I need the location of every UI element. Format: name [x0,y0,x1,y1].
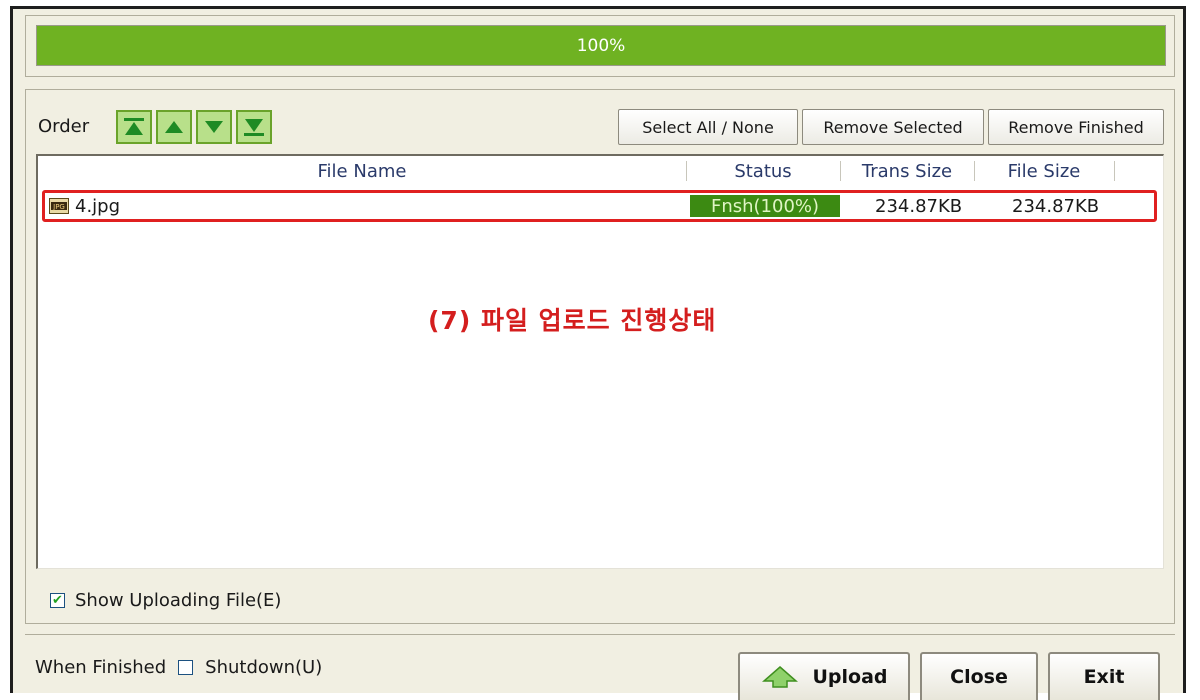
trans-size-cell: 234.87KB [875,195,963,217]
file-name-cell: JPG 4.jpg [49,193,120,219]
order-label: Order [38,116,90,137]
move-down-button[interactable] [196,110,232,144]
select-all-none-button[interactable]: Select All / None [618,109,798,145]
show-uploading-label: Show Uploading File(E) [75,590,282,611]
move-bottom-button[interactable] [236,110,272,144]
svg-text:JPG: JPG [52,203,65,211]
divider [25,634,1175,635]
annotation-upload-status: (7) 파일 업로드 진행상태 [428,306,717,335]
file-name-text: 4.jpg [75,195,121,217]
column-divider [1114,161,1115,181]
file-size-cell: 234.87KB [1012,195,1100,217]
table-header: File Name Status Trans Size File Size [38,156,1163,186]
column-header-file-size[interactable]: File Size [974,156,1114,186]
progress-text: 100% [576,35,626,56]
file-list-panel: Order Select All / None Remove Selected [25,89,1175,624]
move-up-button[interactable] [156,110,192,144]
when-finished-label: When Finished [35,657,167,678]
move-top-button[interactable] [116,110,152,144]
upload-label: Upload [812,666,888,688]
column-header-file-name[interactable]: File Name [38,156,686,186]
remove-finished-button[interactable]: Remove Finished [988,109,1164,145]
upload-arrow-icon [762,666,799,688]
shutdown-label: Shutdown(U) [205,657,323,678]
status-cell: Fnsh(100%) [690,195,840,217]
when-finished-group: When Finished Shutdown(U) [35,657,322,678]
move-up-icon [165,121,183,133]
table-row[interactable]: JPG 4.jpg Fnsh(100%) 234.87KB 234.87KB [42,190,1157,222]
move-down-icon [205,121,223,133]
column-header-status[interactable]: Status [686,156,840,186]
show-uploading-option[interactable]: ✔ Show Uploading File(E) [50,590,281,611]
file-table: File Name Status Trans Size File Size JP… [36,154,1164,569]
show-uploading-checkbox[interactable]: ✔ [50,593,65,608]
remove-selected-button[interactable]: Remove Selected [802,109,984,145]
column-header-trans-size[interactable]: Trans Size [840,156,974,186]
jpg-file-icon: JPG [49,198,69,214]
upload-window: 100% Order Select All / None Remove Sele… [10,6,1186,700]
progress-panel: 100% [25,15,1175,77]
total-progress-bar: 100% [36,25,1166,66]
move-top-icon [124,118,144,135]
move-bottom-icon [244,119,264,136]
shutdown-checkbox[interactable] [178,660,194,675]
